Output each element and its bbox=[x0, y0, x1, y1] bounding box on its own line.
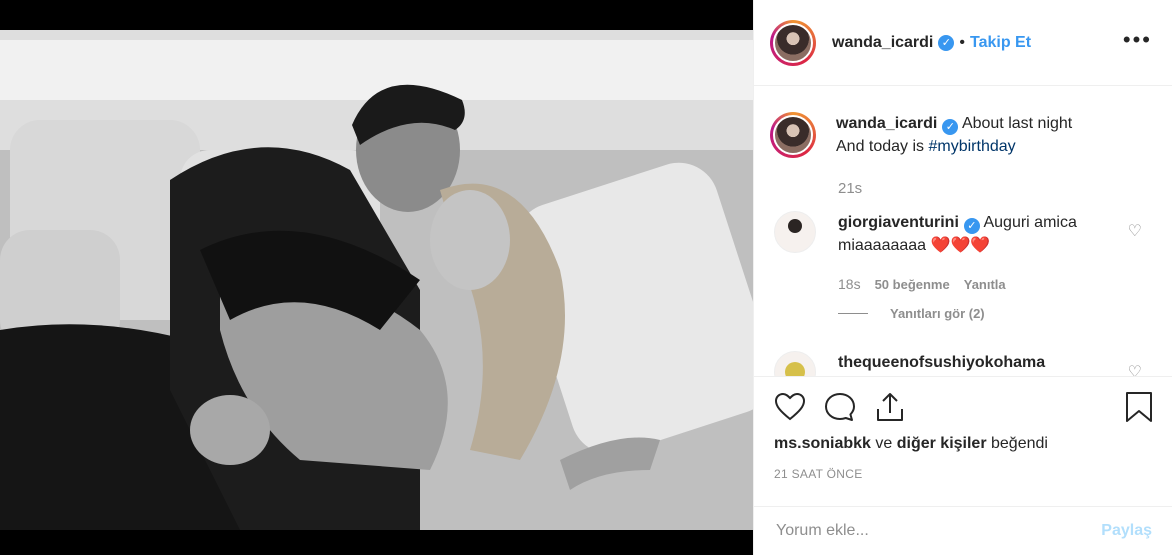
post-header: wanda_icardi ✓ • Takip Et ••• bbox=[754, 0, 1172, 86]
caption-text: wanda_icardi ✓ About last night And today… bbox=[836, 112, 1136, 158]
reply-button[interactable]: Yanıtla bbox=[964, 277, 1006, 292]
comment-likes[interactable]: 50 beğenme bbox=[875, 277, 950, 292]
post-comment-button[interactable]: Paylaş bbox=[1101, 522, 1152, 540]
bookmark-icon[interactable] bbox=[1124, 391, 1154, 423]
comment-icon[interactable] bbox=[824, 391, 856, 423]
follow-button[interactable]: Takip Et bbox=[970, 34, 1031, 52]
commenter-username[interactable]: thequeenofsushiyokohama bbox=[838, 354, 1045, 371]
caption-username[interactable]: wanda_icardi bbox=[836, 115, 937, 132]
liked-others[interactable]: diğer kişiler bbox=[897, 435, 987, 452]
comment-meta: 18s 50 beğenme Yanıtla bbox=[838, 276, 1006, 292]
comment-item: giorgiaventurini ✓ Auguri amica miaaaaaaa… bbox=[774, 211, 1098, 257]
author-avatar[interactable] bbox=[770, 19, 816, 66]
commenter-avatar[interactable] bbox=[774, 211, 816, 253]
post-timestamp[interactable]: 21 SAAT ÖNCE bbox=[774, 467, 863, 481]
share-icon[interactable] bbox=[874, 391, 906, 423]
comment-item: thequeenofsushiyokohama bbox=[774, 351, 1098, 376]
caption-line2: And today is bbox=[836, 138, 929, 155]
comment-input[interactable] bbox=[774, 521, 1102, 541]
author-username[interactable]: wanda_icardi bbox=[832, 34, 933, 52]
comment-like-icon[interactable]: ♡ bbox=[1128, 221, 1142, 241]
header-info: wanda_icardi ✓ • Takip Et bbox=[832, 34, 1031, 52]
post-actions: ms.soniabkk ve diğer kişiler beğendi 21 … bbox=[754, 376, 1172, 507]
action-icons bbox=[774, 391, 906, 423]
verified-badge-icon: ✓ bbox=[938, 34, 955, 51]
post-photo[interactable] bbox=[0, 30, 753, 530]
view-replies[interactable]: Yanıtları gör (2) bbox=[838, 306, 985, 321]
comments-list[interactable]: wanda_icardi ✓ About last night And today… bbox=[754, 86, 1172, 376]
comment-like-icon[interactable]: ♡ bbox=[1128, 362, 1142, 376]
hashtag-link[interactable]: #mybirthday bbox=[929, 138, 1016, 155]
photo-pane bbox=[0, 0, 753, 555]
more-icon[interactable]: ••• bbox=[1123, 29, 1152, 51]
comment-time[interactable]: 18s bbox=[838, 276, 861, 292]
add-comment-bar: Paylaş bbox=[754, 506, 1172, 555]
comment-text: thequeenofsushiyokohama bbox=[838, 351, 1098, 376]
liked-suffix: beğendi bbox=[986, 435, 1048, 452]
comment-text: giorgiaventurini ✓ Auguri amica miaaaaaaa… bbox=[838, 211, 1098, 257]
liked-connector: ve bbox=[870, 435, 897, 452]
liked-by-user[interactable]: ms.soniabkk bbox=[774, 435, 871, 452]
likes-summary: ms.soniabkk ve diğer kişiler beğendi bbox=[774, 435, 1048, 453]
caption-time[interactable]: 21s bbox=[838, 180, 862, 197]
heart-emojis: ❤️❤️❤️ bbox=[930, 237, 991, 254]
caption-avatar[interactable] bbox=[770, 112, 816, 158]
photo-illustration bbox=[0, 30, 753, 530]
commenter-username[interactable]: giorgiaventurini bbox=[838, 214, 959, 231]
commenter-avatar[interactable] bbox=[774, 351, 816, 376]
verified-badge-icon: ✓ bbox=[942, 119, 959, 135]
replies-divider bbox=[838, 313, 868, 314]
caption: wanda_icardi ✓ About last night And today… bbox=[770, 112, 1136, 158]
separator-dot: • bbox=[959, 33, 965, 51]
view-replies-label: Yanıtları gör (2) bbox=[890, 306, 985, 321]
verified-badge-icon: ✓ bbox=[963, 218, 980, 234]
heart-icon[interactable] bbox=[774, 391, 806, 423]
caption-line1: About last night bbox=[961, 115, 1073, 132]
post-sidebar: wanda_icardi ✓ • Takip Et ••• wanda_icar… bbox=[753, 0, 1172, 555]
